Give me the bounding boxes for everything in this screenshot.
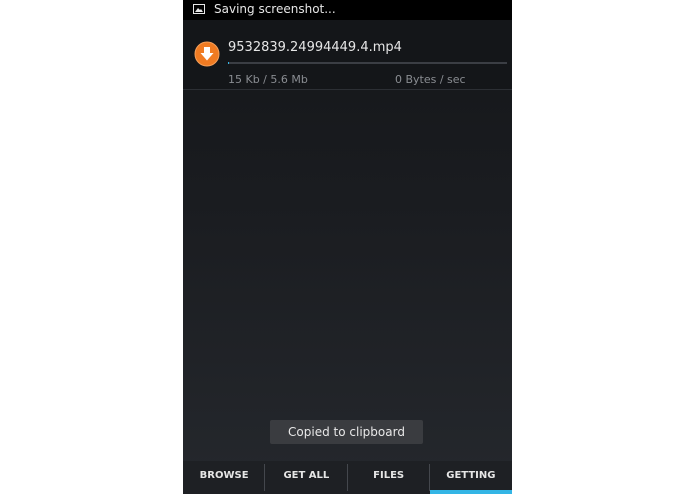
tab-label: BROWSE — [199, 470, 249, 481]
bottom-tab-bar: BROWSE GET ALL FILES GETTING — [183, 461, 512, 494]
download-size: 15 Kb / 5.6 Mb — [228, 73, 308, 86]
tab-label: GETTING — [446, 470, 496, 481]
toast-message: Copied to clipboard — [270, 420, 423, 444]
tab-label: FILES — [373, 470, 405, 481]
active-tab-indicator — [429, 490, 512, 494]
tab-browse[interactable]: BROWSE — [183, 461, 266, 494]
status-bar: Saving screenshot... — [183, 0, 512, 20]
download-icon — [194, 41, 220, 67]
image-icon — [193, 4, 205, 14]
status-notification-text: Saving screenshot... — [214, 2, 336, 16]
download-progress-fill — [228, 62, 229, 64]
app-screen: Saving screenshot... 9532839.24994449.4.… — [183, 0, 512, 494]
tab-label: GET ALL — [283, 470, 330, 481]
tab-getting[interactable]: GETTING — [429, 461, 512, 494]
download-list-item[interactable]: 9532839.24994449.4.mp4 15 Kb / 5.6 Mb 0 … — [183, 20, 512, 89]
tab-get-all[interactable]: GET ALL — [265, 461, 348, 494]
download-speed: 0 Bytes / sec — [395, 73, 466, 86]
download-progress-bar — [228, 62, 507, 64]
list-divider — [183, 89, 512, 90]
tab-files[interactable]: FILES — [348, 461, 430, 494]
download-file-name: 9532839.24994449.4.mp4 — [228, 40, 402, 55]
